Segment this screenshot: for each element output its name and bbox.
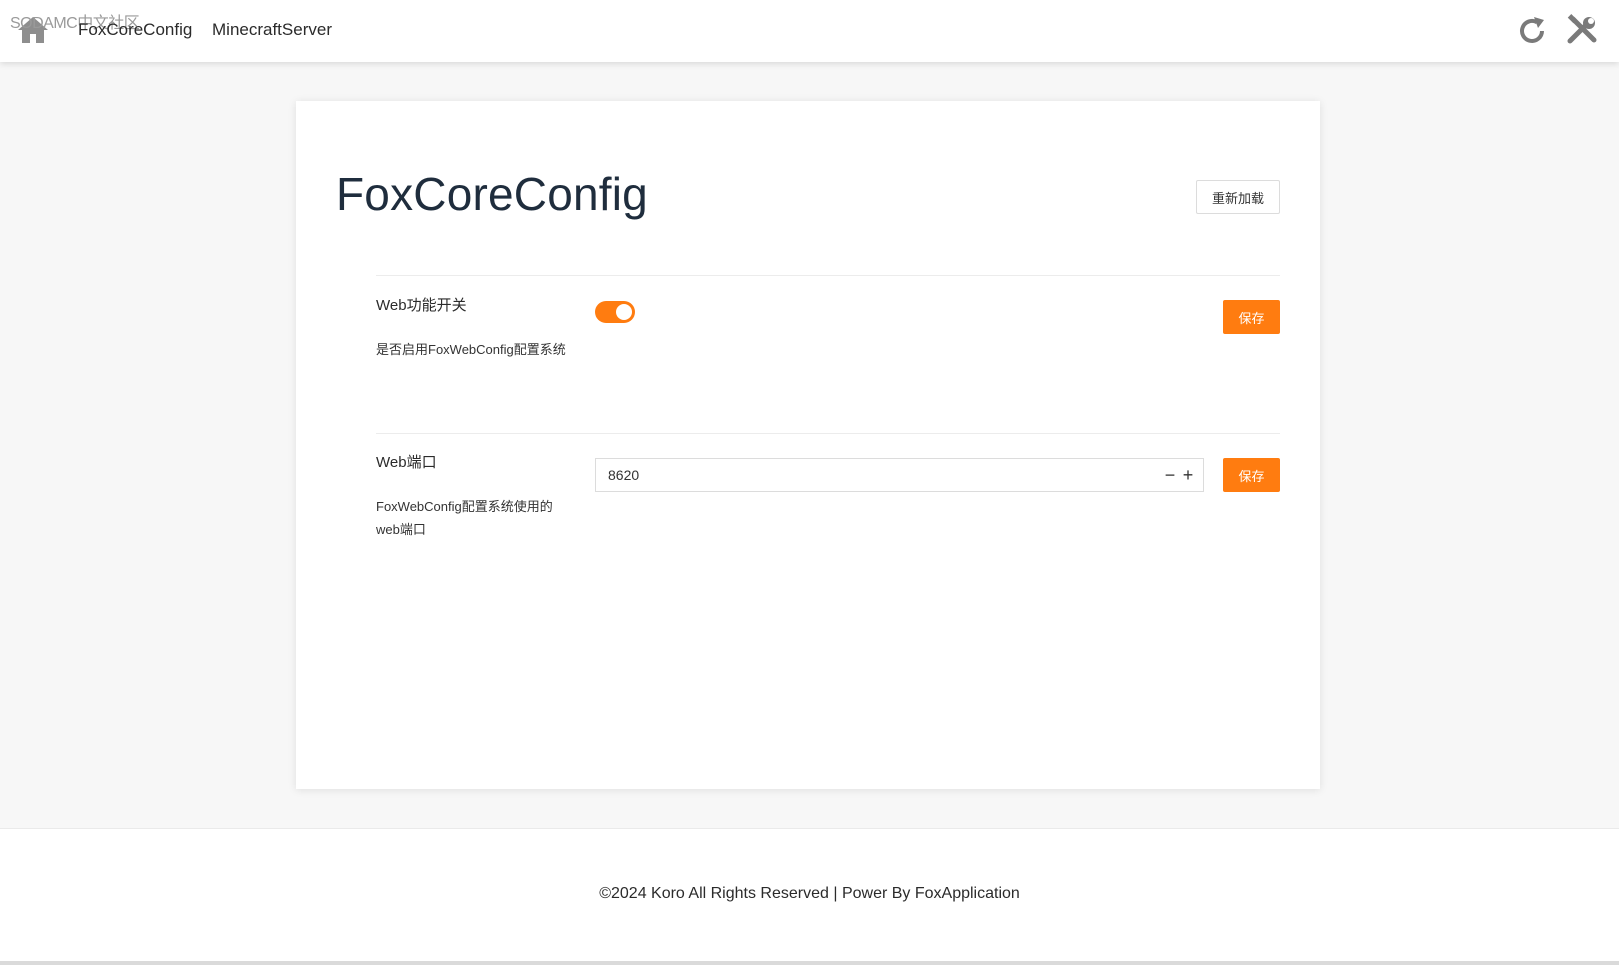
reload-icon[interactable] xyxy=(1515,14,1549,48)
toggle-knob xyxy=(616,304,632,320)
save-button-web-port[interactable]: 保存 xyxy=(1223,458,1280,492)
divider xyxy=(376,433,1280,434)
increment-button[interactable]: + xyxy=(1179,463,1197,487)
save-button-web-toggle[interactable]: 保存 xyxy=(1223,300,1280,334)
home-icon[interactable] xyxy=(16,14,50,46)
divider xyxy=(376,275,1280,276)
field-label-web-port: Web端口 xyxy=(376,454,437,471)
config-card: FoxCoreConfig 重新加载 Web功能开关 是否启用FoxWebCon… xyxy=(296,101,1320,789)
nav-link-foxcoreconfig[interactable]: FoxCoreConfig xyxy=(78,20,192,40)
top-nav-bar: SODAMC中文社区 FoxCoreConfig MinecraftServer xyxy=(0,0,1619,62)
field-desc-web-toggle: 是否启用FoxWebConfig配置系统 xyxy=(376,342,566,357)
bottom-border xyxy=(0,961,1619,965)
footer: ©2024 Koro All Rights Reserved | Power B… xyxy=(0,828,1619,961)
port-number-field: − + xyxy=(595,458,1204,492)
port-input[interactable] xyxy=(596,459,1136,491)
tools-icon[interactable] xyxy=(1565,14,1599,48)
nav-link-minecraftserver[interactable]: MinecraftServer xyxy=(212,20,332,40)
reload-button[interactable]: 重新加载 xyxy=(1196,180,1280,214)
field-label-web-toggle: Web功能开关 xyxy=(376,297,467,314)
footer-copyright: ©2024 Koro All Rights Reserved | Power B… xyxy=(599,885,1020,902)
decrement-button[interactable]: − xyxy=(1161,463,1179,487)
web-enable-toggle[interactable] xyxy=(595,301,635,323)
page-title: FoxCoreConfig xyxy=(336,168,648,220)
field-desc-web-port: FoxWebConfig配置系统使用的web端口 xyxy=(376,499,553,537)
